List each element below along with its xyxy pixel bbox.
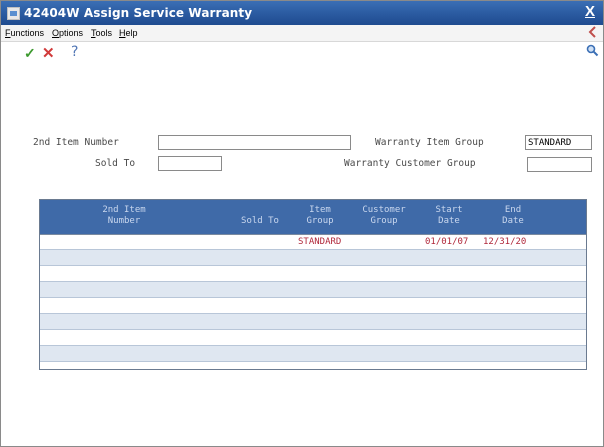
table-row[interactable] xyxy=(40,298,586,314)
menu-tools[interactable]: Tools xyxy=(91,28,112,38)
column-header-end-date-line1: End xyxy=(504,205,522,215)
column-header-item-group-line1: Item xyxy=(309,205,331,215)
column-header-item-number-line2: Number xyxy=(107,216,141,226)
search-icon[interactable] xyxy=(586,44,599,60)
cell-item-group: STANDARD xyxy=(298,237,342,247)
table-row[interactable] xyxy=(40,346,586,362)
table-row[interactable] xyxy=(40,330,586,346)
window-title: 42404W Assign Service Warranty xyxy=(24,6,253,20)
warranty-customer-group-label: Warranty Customer Group xyxy=(344,158,476,169)
column-header-customer-group[interactable]: Customer Group xyxy=(354,205,414,227)
cancel-x-icon[interactable]: ✕ xyxy=(42,44,55,62)
column-header-item-number-line1: 2nd Item xyxy=(102,205,146,215)
column-header-start-date-line2: Date xyxy=(438,216,460,226)
warranty-item-group-label: Warranty Item Group xyxy=(375,137,484,148)
ok-check-icon[interactable]: ✓ xyxy=(24,45,36,62)
app-icon xyxy=(7,7,20,20)
warranty-grid: 2nd Item Number Sold To Item Group Custo… xyxy=(39,199,587,370)
cell-start-date: 01/01/07 xyxy=(425,237,469,247)
menu-help[interactable]: Help xyxy=(119,28,138,38)
cell-end-date: 12/31/20 xyxy=(483,237,527,247)
sold-to-input[interactable] xyxy=(158,156,222,171)
column-header-sold-to[interactable]: Sold To xyxy=(230,205,290,227)
assign-service-warranty-window: 42404W Assign Service Warranty X Functio… xyxy=(0,0,604,447)
close-button[interactable]: X xyxy=(585,3,595,20)
menu-bar: Functions Options Tools Help xyxy=(1,25,603,42)
table-row[interactable] xyxy=(40,250,586,266)
menu-options[interactable]: Options xyxy=(52,28,83,38)
exit-icon[interactable] xyxy=(587,26,597,41)
column-header-sold-to-line1 xyxy=(230,205,290,216)
column-header-end-date[interactable]: End Date xyxy=(488,205,538,227)
column-header-item-number[interactable]: 2nd Item Number xyxy=(84,205,164,227)
table-row[interactable] xyxy=(40,314,586,330)
table-row[interactable] xyxy=(40,266,586,282)
item-number-label: 2nd Item Number xyxy=(33,137,119,148)
column-header-end-date-line2: Date xyxy=(502,216,524,226)
sold-to-label: Sold To xyxy=(95,158,136,169)
warranty-item-group-input[interactable] xyxy=(525,135,592,150)
title-bar: 42404W Assign Service Warranty X xyxy=(1,1,603,25)
item-number-input[interactable] xyxy=(158,135,351,150)
toolbar: ✓ ✕ ? xyxy=(1,42,603,82)
column-header-sold-to-line2: Sold To xyxy=(241,216,279,226)
column-header-customer-group-line2: Group xyxy=(370,216,398,226)
grid-header: 2nd Item Number Sold To Item Group Custo… xyxy=(40,200,586,234)
column-header-start-date-line1: Start xyxy=(435,205,463,215)
table-row[interactable]: STANDARD 01/01/07 12/31/20 xyxy=(40,234,586,250)
column-header-customer-group-line1: Customer xyxy=(362,205,406,215)
warranty-customer-group-input[interactable] xyxy=(527,157,592,172)
table-row[interactable] xyxy=(40,282,586,298)
column-header-start-date[interactable]: Start Date xyxy=(424,205,474,227)
help-icon[interactable]: ? xyxy=(71,44,78,60)
column-header-item-group[interactable]: Item Group xyxy=(294,205,346,227)
menu-functions[interactable]: Functions xyxy=(5,28,44,38)
column-header-item-group-line2: Group xyxy=(306,216,334,226)
